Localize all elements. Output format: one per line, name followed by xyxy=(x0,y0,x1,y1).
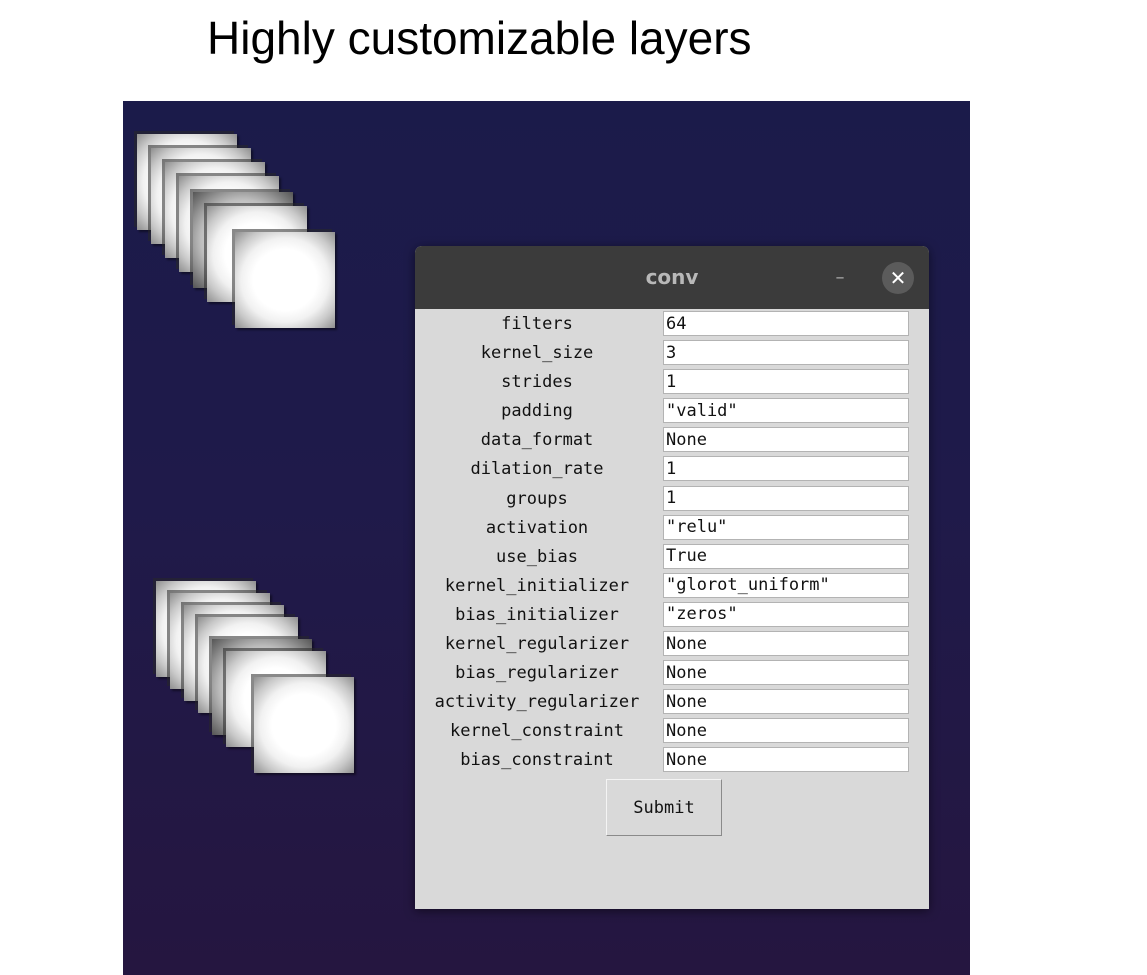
param-input-strides[interactable] xyxy=(663,369,909,395)
param-label: data_format xyxy=(480,430,594,451)
param-label: use_bias xyxy=(496,546,578,567)
param-row-kernel-initializer: kernel_initializer xyxy=(415,572,929,601)
dialog-title: conv xyxy=(645,265,699,289)
param-input-activation[interactable] xyxy=(663,514,909,540)
param-row-filters: filters xyxy=(415,310,929,339)
param-input-groups[interactable] xyxy=(663,485,909,511)
param-label: activity_regularizer xyxy=(434,692,640,713)
param-input-data-format[interactable] xyxy=(663,427,909,453)
layer-params-form: filters kernel_sizestrides padding data_for… xyxy=(415,310,929,776)
param-row-dilation-rate: dilation_rate xyxy=(415,455,929,484)
param-label: groups xyxy=(506,488,568,509)
param-input-bias-initializer[interactable] xyxy=(663,601,909,627)
param-input-kernel-regularizer[interactable] xyxy=(663,631,909,657)
param-row-padding: padding xyxy=(415,397,929,426)
param-label: bias_constraint xyxy=(460,750,614,771)
param-input-kernel-initializer[interactable] xyxy=(663,572,909,598)
param-row-activity-regularizer: activity_regularizer xyxy=(415,688,929,717)
param-input-activity-regularizer[interactable] xyxy=(663,689,909,715)
param-row-activation: activation xyxy=(415,514,929,543)
minimize-icon[interactable]: – xyxy=(829,266,851,290)
param-row-data-format: data_format xyxy=(415,426,929,455)
param-row-strides: strides xyxy=(415,368,929,397)
param-input-filters[interactable] xyxy=(663,311,909,336)
dialog-titlebar[interactable]: conv – ✕ xyxy=(415,246,929,309)
param-input-bias-regularizer[interactable] xyxy=(663,660,909,686)
page-title: Highly customizable layers xyxy=(207,12,752,64)
feature-map-tile xyxy=(235,232,335,328)
param-input-bias-constraint[interactable] xyxy=(663,747,909,773)
param-label: kernel_size xyxy=(480,343,594,364)
param-label: bias_initializer xyxy=(455,604,619,625)
param-row-groups: groups xyxy=(415,485,929,514)
param-input-kernel-constraint[interactable] xyxy=(663,718,909,744)
conv-dialog: conv – ✕ filters kernel_sizestrides paddin… xyxy=(415,246,929,909)
param-input-dilation-rate[interactable] xyxy=(663,456,909,482)
param-label: filters xyxy=(501,314,573,334)
param-row-bias-initializer: bias_initializer xyxy=(415,601,929,630)
param-input-kernel-size[interactable] xyxy=(663,340,909,366)
param-row-kernel-size: kernel_size xyxy=(415,339,929,368)
param-row-kernel-regularizer: kernel_regularizer xyxy=(415,630,929,659)
param-label: padding xyxy=(501,401,573,422)
param-label: strides xyxy=(501,372,573,393)
param-input-use-bias[interactable] xyxy=(663,543,909,569)
param-row-use-bias: use_bias xyxy=(415,543,929,572)
param-row-kernel-constraint: kernel_constraint xyxy=(415,717,929,746)
feature-map-tile xyxy=(254,677,354,773)
param-label: activation xyxy=(485,517,589,538)
param-label: kernel_regularizer xyxy=(444,634,630,655)
param-row-bias-regularizer: bias_regularizer xyxy=(415,659,929,688)
close-icon[interactable]: ✕ xyxy=(882,262,914,294)
param-label: bias_regularizer xyxy=(455,663,619,684)
param-row-bias-constraint: bias_constraint xyxy=(415,746,929,775)
param-input-padding[interactable] xyxy=(663,398,909,424)
submit-button[interactable]: Submit xyxy=(606,779,722,836)
param-label: dilation_rate xyxy=(470,459,604,480)
param-label: kernel_constraint xyxy=(450,721,624,742)
param-label: kernel_initializer xyxy=(444,575,630,596)
